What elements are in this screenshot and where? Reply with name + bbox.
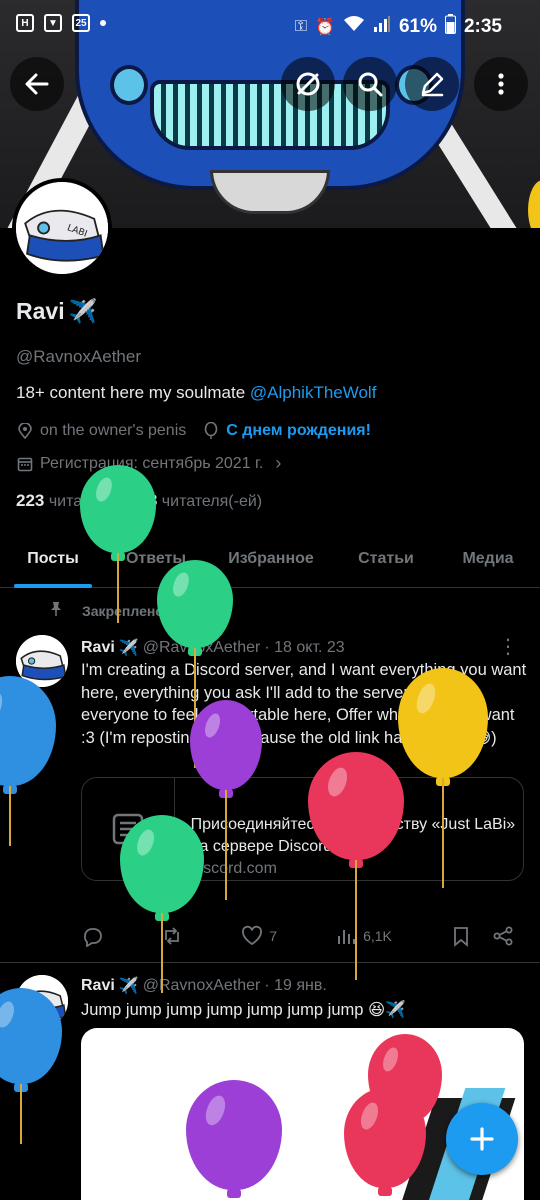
link-card[interactable]: Присоединяйтесь к сообществу «Just LaBi»… (81, 777, 524, 881)
profile-location: on the owner's penis (40, 422, 187, 439)
edit-button[interactable] (405, 57, 459, 111)
reply-button[interactable] (81, 925, 103, 947)
airplane-emoji-icon: ✈️ (118, 640, 139, 657)
profile-name-text: Ravi (16, 298, 65, 324)
following-label: читает (48, 493, 98, 510)
wifi-icon (343, 15, 365, 38)
tab-highlights[interactable]: Избранное (206, 530, 336, 588)
profile-name: Ravi ✈️ (16, 298, 97, 325)
more-vertical-icon (498, 73, 504, 95)
banner-car-headlight (110, 65, 148, 105)
post-avatar[interactable] (16, 635, 68, 687)
post-author-name[interactable]: Ravi (81, 977, 115, 995)
views-count: 6,1K (363, 928, 392, 944)
alarm-icon: ⏰ (315, 18, 335, 36)
link-card-thumbnail (82, 778, 175, 880)
bookmark-icon[interactable] (450, 925, 472, 947)
pin-icon (48, 601, 64, 620)
post-text: I'm creating a Discord server, and I wan… (81, 661, 527, 747)
reply-icon (84, 928, 102, 947)
avatar-illustration: LABI (16, 182, 108, 274)
link-card-domain: discord.com (190, 860, 277, 877)
like-button[interactable]: 7 (241, 925, 277, 947)
like-count: 7 (269, 928, 277, 944)
notification-app-icon: ▼ (44, 14, 62, 32)
profile-handle: @RavnoxAether (16, 347, 141, 366)
pinned-indicator: Закреплено (48, 601, 164, 620)
notification-app-icon: H (16, 14, 34, 32)
views-button[interactable]: 6,1K (335, 925, 392, 947)
pinned-label: Закреплено (82, 602, 164, 619)
calendar-icon: 25 (72, 14, 90, 32)
post-author-handle[interactable]: @RavnoxAether (143, 639, 261, 657)
balloon-icon (202, 422, 220, 440)
repost-button[interactable] (161, 925, 183, 947)
compose-post-button[interactable] (446, 1103, 518, 1175)
link-card-title: Присоединяйтесь к сообществу «Just LaBi»… (190, 816, 516, 855)
following-count: 223 (16, 491, 45, 510)
profile-bio: 18+ content here my soulmate @AlphikTheW… (16, 383, 376, 403)
avatar-illustration (16, 975, 68, 1027)
profile-avatar[interactable]: LABI (12, 178, 112, 278)
tab-replies[interactable]: Ответы (106, 530, 206, 588)
airplane-emoji-icon: ✈️ (68, 298, 98, 324)
post-extra-actions (450, 925, 514, 947)
edit-pen-icon (421, 72, 444, 97)
profile-tabs: Посты Ответы Избранное Статьи Медиа (0, 530, 540, 588)
grok-button[interactable] (281, 57, 335, 111)
post-author-handle[interactable]: @RavnoxAether (143, 977, 261, 995)
calendar-icon (16, 455, 34, 473)
post-header: Ravi ✈️ @RavnoxAether · 19 янв. (81, 976, 327, 996)
followers-count: 598 (128, 491, 158, 510)
key-icon: ⚿ (294, 17, 308, 35)
back-button[interactable] (10, 57, 64, 111)
profile-joined-date: Регистрация: сентябрь 2021 г. (40, 454, 264, 472)
post-header: Ravi ✈️ @RavnoxAether · 18 окт. 23 (81, 638, 345, 658)
post-actions: 7 6,1K (81, 925, 514, 947)
status-bar: H ▼ 25 ⚿ ⏰ 61% 2:35 (0, 0, 540, 52)
bio-text: 18+ content here my soulmate (16, 383, 250, 402)
post-author-name[interactable]: Ravi (81, 639, 115, 657)
post-text: Jump jump jump jump jump jump jump 😆✈️ (81, 1001, 406, 1019)
signal-icon (373, 15, 391, 38)
tab-posts[interactable]: Посты (0, 530, 106, 588)
avatar-illustration (16, 635, 68, 687)
tab-articles[interactable]: Статьи (336, 530, 436, 588)
balloon-decoration (0, 676, 56, 846)
post-date[interactable]: · 19 янв. (264, 977, 326, 995)
article-icon (112, 813, 144, 845)
repost-icon (165, 927, 179, 945)
airplane-emoji-icon: ✈️ (118, 978, 139, 995)
views-chart-icon (338, 930, 356, 944)
follow-counts: 223 читает 598 читателя(-ей) (16, 491, 262, 511)
more-options-button[interactable] (474, 57, 528, 111)
battery-percent: 61% (398, 15, 437, 37)
profile-joined-row[interactable]: Регистрация: сентябрь 2021 г. › (16, 453, 281, 474)
post-avatar[interactable] (16, 975, 68, 1027)
bio-mention-link[interactable]: @AlphikTheWolf (250, 383, 377, 402)
back-arrow-icon (25, 73, 49, 95)
location-pin-icon (16, 422, 34, 440)
following-link[interactable]: 223 читает (16, 491, 98, 510)
post-date[interactable]: · 18 окт. 23 (264, 639, 344, 657)
birthday-link[interactable]: С днем рождения! (226, 422, 371, 440)
post-more-icon[interactable]: ⋮ (498, 637, 518, 657)
chevron-right-icon: › (275, 453, 282, 473)
tab-media[interactable]: Медиа (436, 530, 540, 588)
post-divider (0, 962, 540, 963)
grok-icon (296, 72, 320, 96)
clock: 2:35 (463, 15, 502, 37)
share-icon[interactable] (492, 925, 514, 947)
search-button[interactable] (343, 57, 397, 111)
followers-link[interactable]: 598 читателя(-ей) (128, 491, 263, 510)
followers-label: читателя(-ей) (161, 493, 263, 510)
profile-meta-row: on the owner's penis С днем рождения! (16, 422, 371, 440)
battery-icon (444, 14, 456, 39)
more-notifications-dot-icon (100, 20, 106, 26)
plus-icon (470, 1127, 494, 1151)
search-icon (358, 72, 383, 97)
heart-icon (242, 925, 263, 946)
